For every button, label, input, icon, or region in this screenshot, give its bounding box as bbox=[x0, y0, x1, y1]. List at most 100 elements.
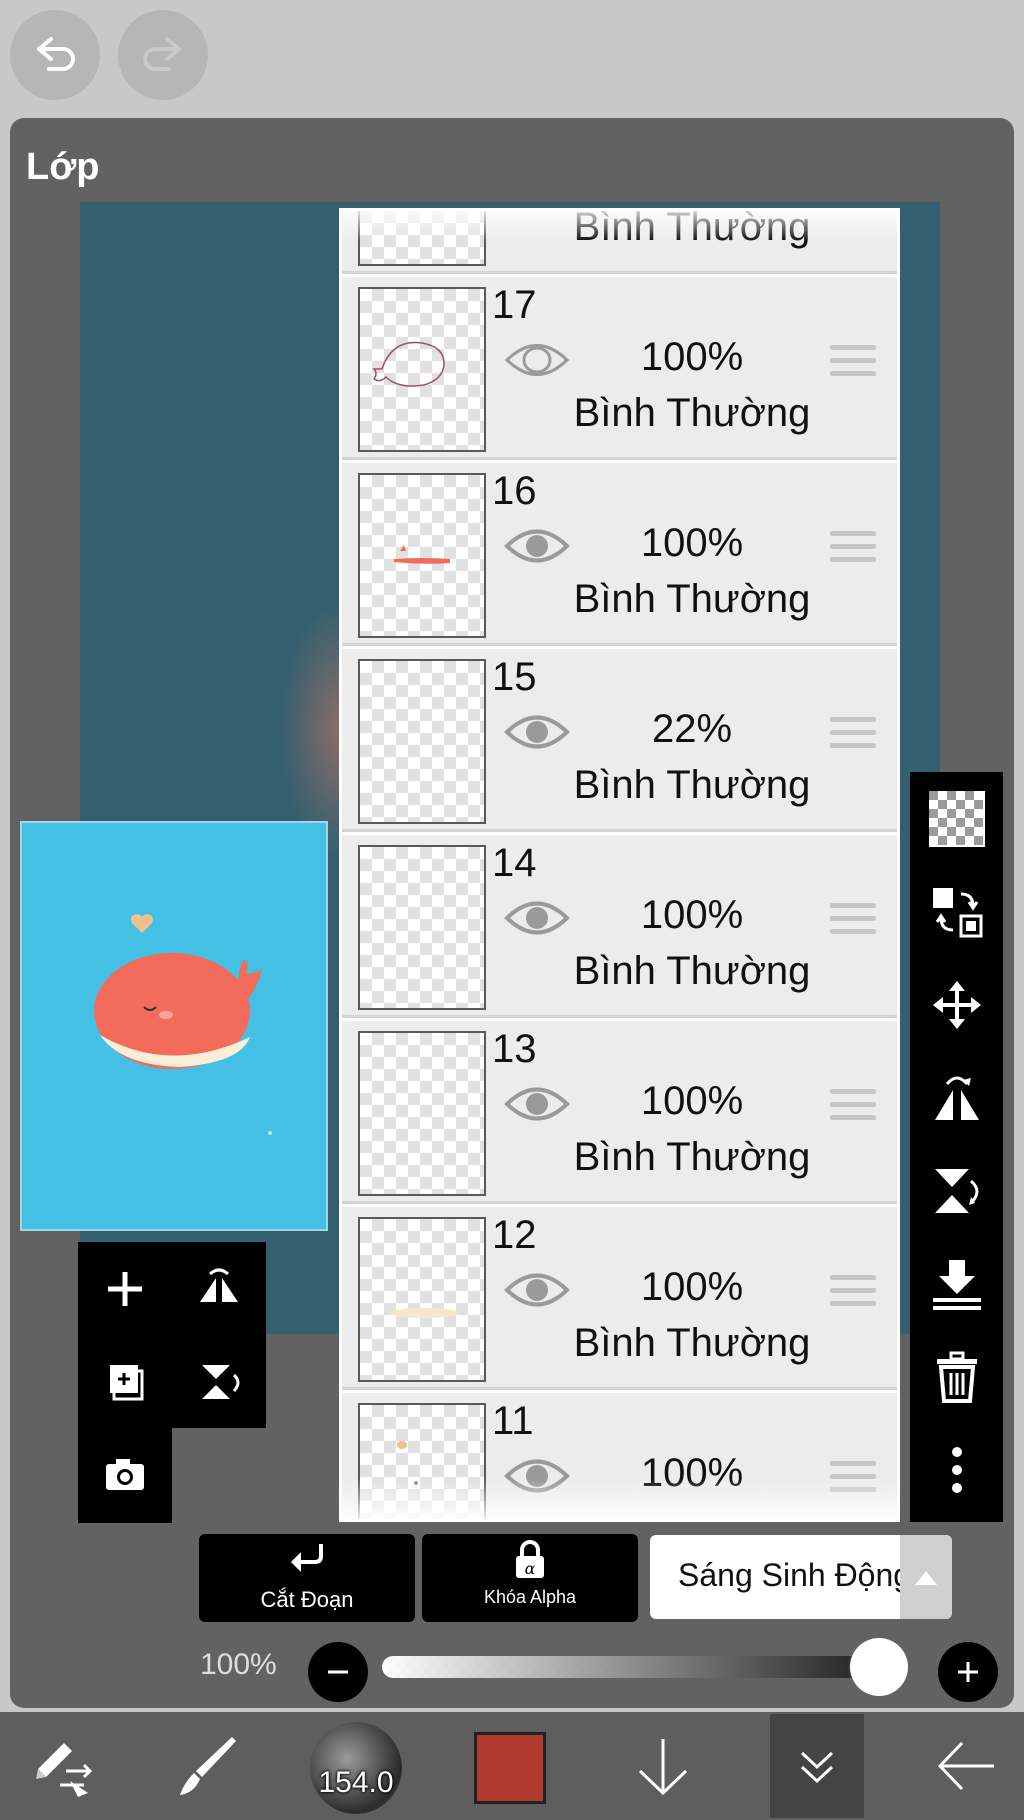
blend-mode-toggle[interactable] bbox=[900, 1535, 952, 1619]
camera-button[interactable] bbox=[78, 1428, 172, 1521]
layer-blend-mode: Bình Thường bbox=[573, 1135, 811, 1179]
clipping-label: Cắt Đoạn bbox=[260, 1587, 354, 1612]
rotate-flip-button[interactable] bbox=[910, 1051, 1003, 1144]
delete-layer-button[interactable] bbox=[910, 1330, 1003, 1423]
copy-layer-button[interactable] bbox=[78, 1335, 172, 1428]
layer-opacity: 100% bbox=[640, 893, 744, 937]
layers-collapse-button[interactable] bbox=[770, 1714, 864, 1818]
list-fade-bottom bbox=[342, 1479, 897, 1519]
drag-handle-icon[interactable] bbox=[830, 345, 876, 381]
right-toolbar bbox=[910, 772, 1003, 1522]
drag-handle-icon[interactable] bbox=[830, 531, 876, 567]
eye-icon[interactable] bbox=[504, 707, 570, 757]
layer-number: 11 bbox=[492, 1399, 534, 1443]
move-layer-button[interactable] bbox=[910, 865, 1003, 958]
layer-number: 15 bbox=[492, 655, 537, 699]
plus-icon bbox=[958, 1662, 978, 1682]
layer-number: 12 bbox=[492, 1213, 537, 1257]
opacity-increase-button[interactable] bbox=[938, 1642, 998, 1702]
merge-down-button[interactable] bbox=[910, 1237, 1003, 1330]
transform-move-icon bbox=[932, 980, 981, 1029]
layer-thumbnail bbox=[358, 1031, 486, 1196]
drag-handle-icon[interactable] bbox=[830, 903, 876, 939]
clipping-button[interactable]: Cắt Đoạn bbox=[199, 1534, 415, 1622]
opacity-slider-track[interactable] bbox=[382, 1656, 902, 1678]
hidden-eye-icon[interactable] bbox=[504, 335, 570, 385]
opacity-value: 100% bbox=[200, 1648, 277, 1681]
camera-icon bbox=[106, 1458, 144, 1490]
layer-thumbnail bbox=[358, 287, 486, 452]
transform-tool-icon bbox=[36, 1743, 93, 1797]
layer-opacity: 100% bbox=[640, 521, 744, 565]
layer-blend-mode: Bình Thường bbox=[573, 949, 811, 993]
layer-opacity: 100% bbox=[640, 335, 744, 379]
more-icon bbox=[951, 1446, 962, 1493]
more-button[interactable] bbox=[910, 1423, 1003, 1516]
copy-layer-icon bbox=[110, 1364, 144, 1400]
layer-row[interactable]: 16 100% Bình Thường bbox=[342, 463, 897, 646]
vertical-flip-button[interactable] bbox=[910, 1144, 1003, 1237]
transform-tool-button[interactable] bbox=[18, 1712, 112, 1820]
svg-text:α: α bbox=[525, 1559, 536, 1578]
transparent-button[interactable] bbox=[910, 772, 1003, 865]
layer-opacity: 100% bbox=[640, 1079, 744, 1123]
layer-list[interactable]: Bình Thường 17 100% Bình Thường 16 100% … bbox=[339, 208, 900, 1522]
minus-icon bbox=[328, 1670, 348, 1674]
blend-mode-select[interactable]: Sáng Sinh Động bbox=[650, 1535, 952, 1619]
drag-handle-icon[interactable] bbox=[830, 1275, 876, 1311]
flip-horizontal-button[interactable] bbox=[172, 1242, 266, 1335]
drag-handle-icon[interactable] bbox=[830, 1089, 876, 1125]
eye-icon[interactable] bbox=[504, 893, 570, 943]
layer-opacity: 100% bbox=[640, 1265, 744, 1309]
layer-thumbnail bbox=[358, 1217, 486, 1382]
layer-blend-mode: Bình Thường bbox=[573, 391, 811, 435]
add-layer-icon bbox=[108, 1271, 142, 1306]
merge-down-icon bbox=[932, 1259, 981, 1310]
brush-size-value: 154.0 bbox=[318, 1766, 394, 1799]
back-arrow-icon bbox=[937, 1741, 994, 1791]
undo-button[interactable] bbox=[10, 10, 100, 100]
layer-opacity: 22% bbox=[651, 707, 733, 751]
redo-button[interactable] bbox=[118, 10, 208, 100]
eye-icon[interactable] bbox=[504, 1265, 570, 1315]
layer-blend-mode: Bình Thường bbox=[573, 1321, 811, 1365]
layer-row[interactable]: 15 22% Bình Thường bbox=[342, 649, 897, 832]
transform-move-button[interactable] bbox=[910, 958, 1003, 1051]
layer-thumbnail bbox=[358, 473, 486, 638]
color-swatch[interactable] bbox=[474, 1732, 546, 1804]
layers-collapse-icon bbox=[800, 1751, 834, 1784]
layer-number: 16 bbox=[492, 469, 537, 513]
blend-mode-value: Sáng Sinh Động bbox=[678, 1557, 912, 1593]
opacity-decrease-button[interactable] bbox=[308, 1642, 368, 1702]
drag-handle-icon[interactable] bbox=[830, 717, 876, 753]
list-fade-top bbox=[342, 211, 897, 241]
caret-up-icon bbox=[915, 1571, 937, 1585]
clipping-icon bbox=[291, 1544, 323, 1572]
flip-vertical-icon bbox=[202, 1364, 240, 1399]
layer-row[interactable]: 14 100% Bình Thường bbox=[342, 835, 897, 1018]
layer-row[interactable]: 13 100% Bình Thường bbox=[342, 1021, 897, 1204]
eye-icon[interactable] bbox=[504, 1079, 570, 1129]
panel-title: Lớp bbox=[26, 146, 100, 188]
layer-row[interactable]: 12 100% Bình Thường bbox=[342, 1207, 897, 1390]
layer-row[interactable]: 17 100% Bình Thường bbox=[342, 277, 897, 460]
move-layer-icon bbox=[932, 887, 982, 937]
layer-thumbnail bbox=[358, 845, 486, 1010]
flip-vertical-button[interactable] bbox=[172, 1335, 266, 1428]
undo-icon bbox=[37, 37, 75, 71]
layer-number: 14 bbox=[492, 841, 537, 885]
brush-tool-icon bbox=[180, 1737, 236, 1795]
alpha-lock-button[interactable]: α Khóa Alpha bbox=[422, 1534, 638, 1622]
down-arrow-button[interactable] bbox=[616, 1712, 710, 1820]
layer-number: 13 bbox=[492, 1027, 537, 1071]
brush-tool-button[interactable] bbox=[160, 1712, 254, 1820]
alpha-lock-label: Khóa Alpha bbox=[483, 1587, 577, 1607]
transparent-checker-icon bbox=[928, 790, 985, 847]
layer-blend-mode: Bình Thường bbox=[573, 577, 811, 621]
add-layer-button[interactable] bbox=[78, 1242, 172, 1335]
eye-icon[interactable] bbox=[504, 521, 570, 571]
trash-icon bbox=[936, 1351, 977, 1403]
back-button[interactable] bbox=[920, 1712, 1014, 1820]
layer-blend-mode: Bình Thường bbox=[573, 763, 811, 807]
opacity-slider-knob[interactable] bbox=[850, 1638, 908, 1696]
